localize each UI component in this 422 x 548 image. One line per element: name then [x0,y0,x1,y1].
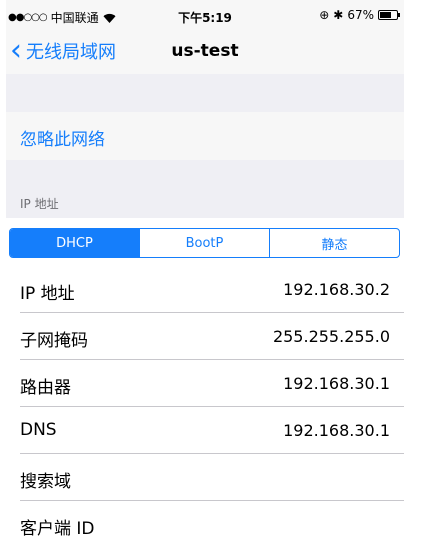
row-value[interactable]: 192.168.30.1 [283,421,390,440]
navigation-bar: ‹ 无线局域网 us-test [6,32,404,74]
row-label: IP 地址 [20,284,75,304]
segment-area: DHCP BootP 静态 [6,218,404,266]
row-subnet-mask: 子网掩码 255.255.255.0 [6,313,404,360]
orientation-lock-icon: ⊕ [319,8,330,22]
segment-bootp[interactable]: BootP [139,229,269,257]
top-bar: ●●○○○ 中国联通 下午5:19 ⊕ ✱ 67% ‹ 无线局域网 us-tes… [6,0,404,74]
segment-dhcp[interactable]: DHCP [10,229,139,257]
row-label: DNS [20,420,57,440]
battery-icon [378,10,400,20]
row-label: 搜索域 [20,472,71,492]
row-label: 客户端 ID [20,519,95,539]
battery-fill [380,12,391,18]
screen: ●●○○○ 中国联通 下午5:19 ⊕ ✱ 67% ‹ 无线局域网 us-tes… [6,0,404,548]
segment-static[interactable]: 静态 [269,229,399,257]
row-search-domain[interactable]: 搜索域 [6,454,404,501]
section-header-label: IP 地址 [20,197,59,211]
page-title: us-test [171,41,239,61]
forget-network-label: 忽略此网络 [20,130,105,150]
row-value: 192.168.30.1 [283,374,390,393]
row-ip-address: IP 地址 192.168.30.2 [6,266,404,313]
row-label: 子网掩码 [20,331,88,351]
row-router: 路由器 192.168.30.1 [6,360,404,407]
bluetooth-icon: ✱ [333,8,344,22]
ip-mode-segmented-control: DHCP BootP 静态 [9,228,400,258]
ip-section-header: IP 地址 [6,160,404,218]
battery-percent: 67% [347,8,374,22]
row-dns[interactable]: DNS 192.168.30.1 [6,407,404,454]
status-bar: ●●○○○ 中国联通 下午5:19 ⊕ ✱ 67% [6,0,404,32]
row-value: 255.255.255.0 [272,327,390,346]
row-value: 192.168.30.2 [283,280,390,299]
status-right: ⊕ ✱ 67% [319,8,400,22]
section-spacer [6,74,404,112]
forget-network-button[interactable]: 忽略此网络 [6,112,404,160]
ip-settings-list: IP 地址 192.168.30.2 子网掩码 255.255.255.0 路由… [6,266,404,548]
row-client-id[interactable]: 客户端 ID [6,501,404,548]
row-label: 路由器 [20,378,71,398]
